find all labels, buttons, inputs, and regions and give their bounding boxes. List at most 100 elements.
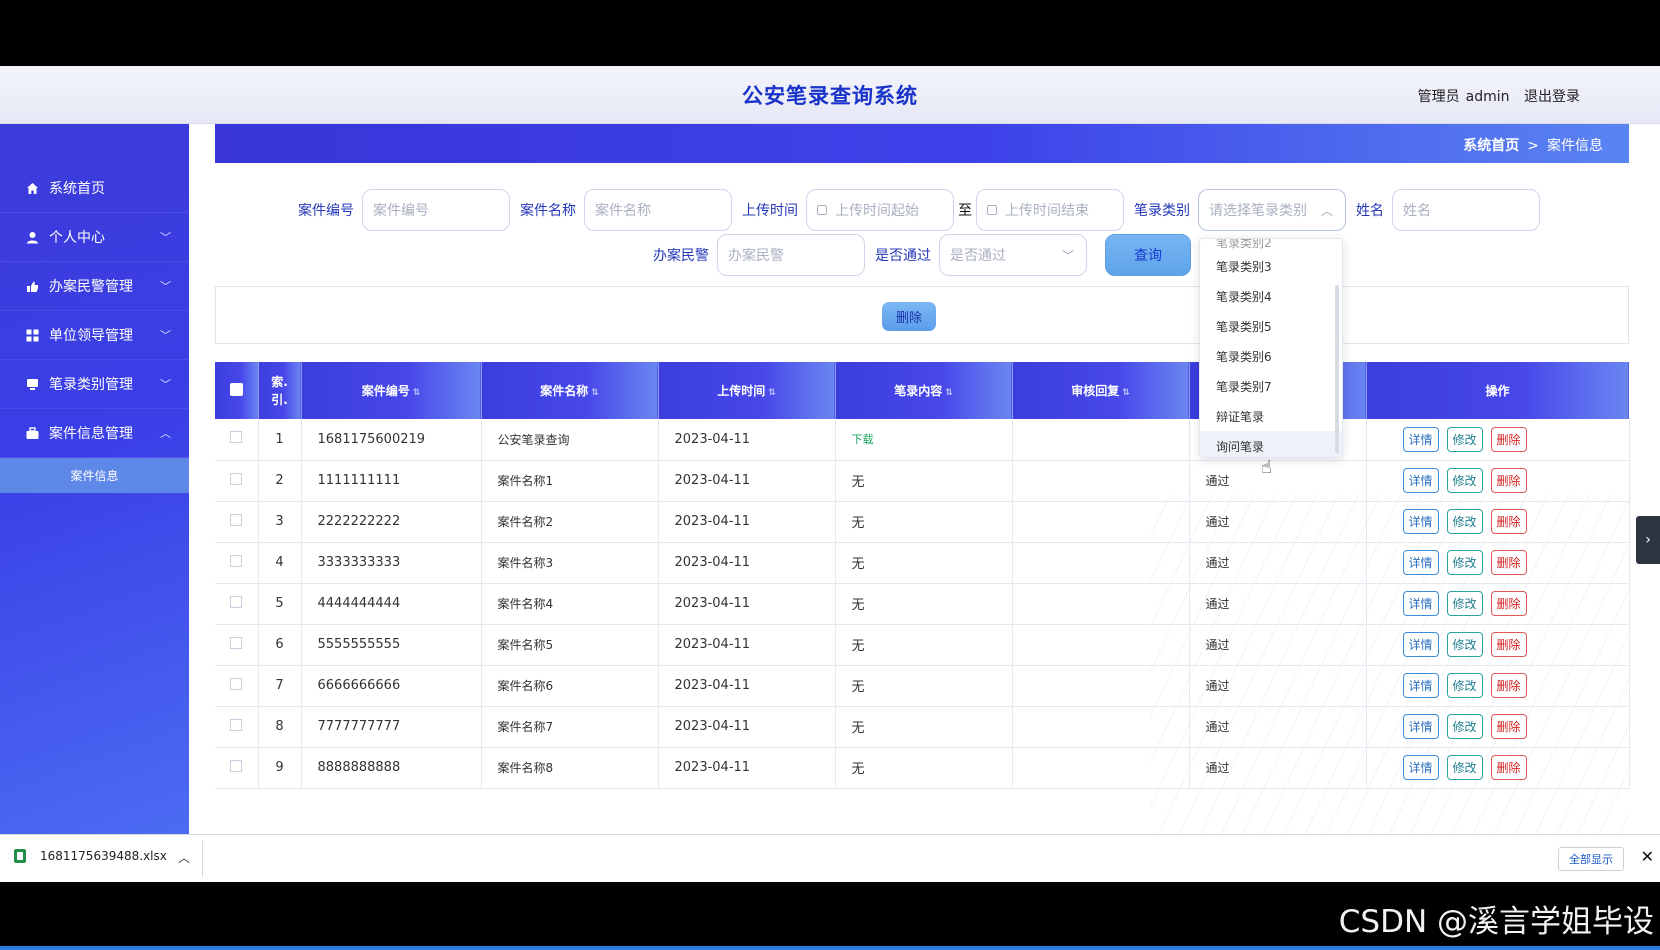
edit-button[interactable]: 修改 (1446, 591, 1483, 616)
batch-delete-button[interactable]: 删除 (882, 302, 936, 331)
sidebar-subitem-case-info[interactable]: 案件信息 (0, 458, 189, 493)
thumb-icon (25, 279, 39, 293)
category-select[interactable]: 请选择笔录类别 ︿ (1198, 189, 1346, 231)
edit-button[interactable]: 修改 (1446, 673, 1483, 698)
edit-button[interactable]: 修改 (1446, 755, 1483, 780)
sidebar-item-officers[interactable]: 办案民警管理 ﹀ (0, 262, 189, 311)
detail-button[interactable]: 详情 (1402, 550, 1439, 575)
edit-button[interactable]: 修改 (1446, 714, 1483, 739)
dropdown-option-hovered[interactable]: 询问笔录 (1200, 431, 1342, 457)
name-placeholder: 姓名 (1403, 203, 1431, 219)
query-button[interactable]: 查询 (1105, 234, 1191, 276)
dropdown-option[interactable]: 笔录类别7 (1200, 371, 1342, 401)
cell-status: 通过 (1189, 665, 1367, 707)
download-bar: 1681175639488.xlsx ︿ 全部显示 ✕ (0, 834, 1660, 882)
edit-button[interactable]: 修改 (1446, 468, 1483, 493)
cell-index: 2 (258, 460, 302, 502)
grid-icon (25, 328, 39, 342)
row-checkbox[interactable] (230, 718, 243, 731)
search-row-2: 办案民警 办案民警 是否通过 是否通过 ﹀ 查询 (653, 234, 1191, 276)
delete-button[interactable]: 删除 (1490, 714, 1527, 739)
dropdown-option[interactable]: 笔录类别3 (1200, 251, 1342, 281)
dropdown-scrollbar[interactable] (1335, 285, 1339, 453)
sidebar-item-home[interactable]: 系统首页 (0, 164, 189, 213)
row-checkbox[interactable] (230, 595, 243, 608)
row-checkbox[interactable] (230, 759, 243, 772)
edit-button[interactable]: 修改 (1446, 509, 1483, 534)
upload-end-input[interactable]: 上传时间结束 (976, 189, 1124, 231)
logout-link[interactable]: 退出登录 (1524, 89, 1580, 105)
select-all-checkbox[interactable] (229, 382, 243, 396)
detail-button[interactable]: 详情 (1402, 714, 1439, 739)
header-case-no[interactable]: 案件编号 ⇅ (301, 362, 482, 419)
dropdown-option[interactable]: 笔录类别4 (1200, 281, 1342, 311)
delete-button[interactable]: 删除 (1490, 509, 1527, 534)
detail-button[interactable]: 详情 (1402, 509, 1439, 534)
cell-reply (1012, 501, 1190, 543)
case-name-input[interactable]: 案件名称 (584, 189, 732, 231)
header-reply[interactable]: 审核回复 ⇅ (1012, 362, 1190, 419)
screen: 公安笔录查询系统 管理员 admin 退出登录 系统首页 个人中心 ﹀ 办案民警… (0, 0, 1660, 950)
header-upload-time[interactable]: 上传时间 ⇅ (658, 362, 836, 419)
case-no-placeholder: 案件编号 (373, 203, 429, 219)
side-expand-tab[interactable]: › (1636, 516, 1660, 564)
delete-button[interactable]: 删除 (1490, 755, 1527, 780)
row-checkbox-cell (215, 706, 259, 748)
close-icon[interactable]: ✕ (1641, 847, 1654, 866)
cell-index: 1 (258, 419, 302, 461)
detail-button[interactable]: 详情 (1402, 468, 1439, 493)
category-label: 笔录类别 (1134, 203, 1190, 219)
dropdown-option[interactable]: 辩证笔录 (1200, 401, 1342, 431)
delete-button[interactable]: 删除 (1490, 550, 1527, 575)
show-all-button[interactable]: 全部显示 (1558, 847, 1624, 871)
dropdown-option[interactable]: 笔录类别6 (1200, 341, 1342, 371)
cell-case-name: 案件名称2 (481, 501, 659, 543)
breadcrumb-home[interactable]: 系统首页 (1463, 138, 1519, 154)
detail-button[interactable]: 详情 (1402, 591, 1439, 616)
dropdown-option[interactable]: 笔录类别5 (1200, 311, 1342, 341)
detail-button[interactable]: 详情 (1402, 755, 1439, 780)
delete-button[interactable]: 删除 (1490, 468, 1527, 493)
upload-start-input[interactable]: 上传时间起始 (806, 189, 954, 231)
case-no-input[interactable]: 案件编号 (362, 189, 510, 231)
edit-button[interactable]: 修改 (1446, 550, 1483, 575)
row-checkbox[interactable] (230, 554, 243, 567)
table-row: 4 3333333333 案件名称3 2023-04-11 无通过 详情 修改 删除 (215, 542, 1630, 584)
header-label: 上传时间 (717, 384, 766, 398)
download-item[interactable]: 1681175639488.xlsx (14, 849, 167, 863)
delete-button[interactable]: 删除 (1490, 673, 1527, 698)
row-checkbox[interactable] (230, 636, 243, 649)
header-case-name[interactable]: 案件名称 ⇅ (481, 362, 659, 419)
row-checkbox[interactable] (230, 513, 243, 526)
row-checkbox[interactable] (230, 472, 243, 485)
home-icon (25, 181, 39, 195)
cell-upload-time: 2023-04-11 (658, 583, 836, 625)
detail-button[interactable]: 详情 (1402, 426, 1439, 452)
dropdown-option[interactable]: 笔录类别2 (1200, 239, 1342, 251)
header-content[interactable]: 笔录内容 ⇅ (835, 362, 1013, 419)
case-name-label: 案件名称 (520, 203, 576, 219)
sidebar-item-cases[interactable]: 案件信息管理 ︿ (0, 409, 189, 458)
edit-button[interactable]: 修改 (1446, 426, 1483, 452)
sidebar-item-leaders[interactable]: 单位领导管理 ﹀ (0, 311, 189, 360)
cell-case-no: 5555555555 (301, 624, 482, 666)
detail-button[interactable]: 详情 (1402, 632, 1439, 657)
row-checkbox[interactable] (230, 677, 243, 690)
row-checkbox[interactable] (230, 431, 243, 444)
cell-content[interactable]: 下载 (835, 419, 1013, 461)
name-input[interactable]: 姓名 (1392, 189, 1540, 231)
excel-file-icon (14, 849, 26, 863)
cell-upload-time: 2023-04-11 (658, 706, 836, 748)
passed-select[interactable]: 是否通过 ﹀ (939, 234, 1087, 276)
detail-button[interactable]: 详情 (1402, 673, 1439, 698)
delete-button[interactable]: 删除 (1490, 426, 1527, 452)
delete-button[interactable]: 删除 (1490, 591, 1527, 616)
sidebar-item-personal[interactable]: 个人中心 ﹀ (0, 213, 189, 262)
sidebar-item-categories[interactable]: 笔录类别管理 ﹀ (0, 360, 189, 409)
delete-button[interactable]: 删除 (1490, 632, 1527, 657)
cell-case-name: 案件名称5 (481, 624, 659, 666)
chevron-up-icon[interactable]: ︿ (178, 849, 190, 866)
officer-input[interactable]: 办案民警 (717, 234, 865, 276)
edit-button[interactable]: 修改 (1446, 632, 1483, 657)
row-checkbox-cell (215, 665, 259, 707)
